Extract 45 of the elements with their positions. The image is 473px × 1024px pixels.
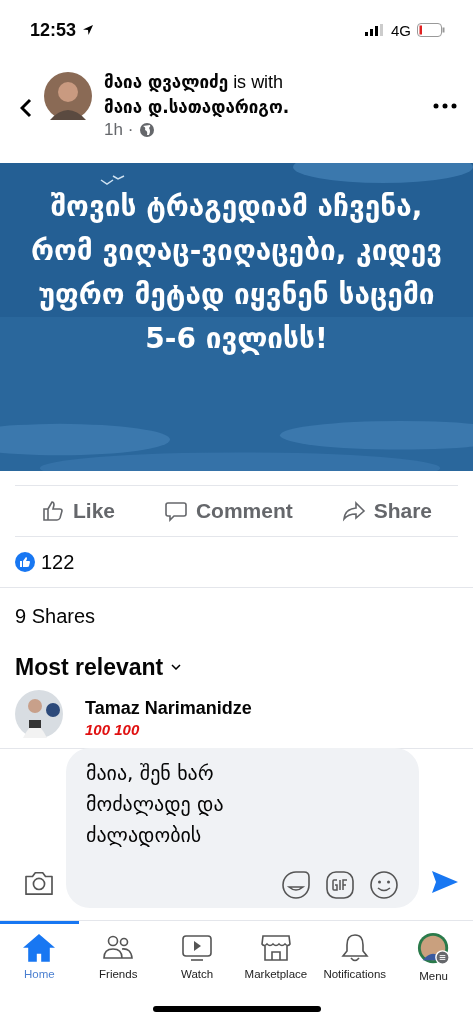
location-arrow-icon <box>82 24 95 36</box>
sort-dropdown[interactable]: Most relevant <box>15 653 164 681</box>
commenter-name[interactable]: Tamaz Narimanidze <box>85 698 252 719</box>
avatar[interactable] <box>15 690 63 738</box>
signal-icon <box>365 24 385 36</box>
gif-icon[interactable] <box>325 870 355 900</box>
action-button[interactable]: Comment <box>157 495 299 527</box>
with-text: is with <box>233 72 284 92</box>
sticker-icon[interactable] <box>281 870 311 900</box>
speech-bubble-icon <box>163 499 188 523</box>
globe-icon <box>139 122 156 138</box>
like-reaction-icon <box>15 552 35 572</box>
avatar <box>416 932 451 966</box>
comment-input[interactable]: მაია, შენ ხარ მოძალადე და ძალადობის <box>66 748 419 908</box>
comment-text: 100 100 <box>85 721 141 738</box>
emoji-icon[interactable] <box>369 870 399 900</box>
nav-tab[interactable]: Marketplace <box>244 924 308 980</box>
image-caption: შოვის ტრაგედიამ აჩვენა, რომ ვიღაც-ვიღაცები, კიდევ უფრო მეტად იყვნენ საცემი 5-6 ივლისს! <box>29 189 444 357</box>
status-time: 12:53 <box>30 19 77 41</box>
nav-tab[interactable]: Home <box>23 924 56 980</box>
back-icon[interactable] <box>20 98 32 118</box>
reaction-count[interactable]: 122 <box>41 550 75 574</box>
battery-icon <box>417 23 445 37</box>
avatar[interactable] <box>44 72 92 120</box>
nav-tab[interactable]: Watch <box>181 924 214 980</box>
shares-count[interactable]: 9 Shares <box>0 588 473 644</box>
action-button[interactable]: Share <box>335 495 438 527</box>
nav-tab[interactable]: Menu <box>416 924 451 982</box>
nav-tab[interactable]: Notifications <box>323 924 387 980</box>
post-time: 1h · <box>104 120 134 140</box>
network-label: 4G <box>391 21 411 39</box>
store-icon <box>259 932 292 964</box>
more-icon[interactable] <box>433 103 457 109</box>
video-icon <box>181 932 214 964</box>
nav-tab[interactable]: Friends <box>99 924 138 980</box>
camera-icon[interactable] <box>24 870 54 896</box>
home-icon <box>23 932 56 964</box>
action-button[interactable]: Like <box>35 495 122 527</box>
author-name[interactable]: მაია დვალიძე <box>104 72 229 92</box>
share-arrow-icon <box>341 499 366 523</box>
tagged-name[interactable]: მაია დ.სათადარიგო. <box>104 97 290 117</box>
birds-drawing <box>100 173 126 185</box>
send-icon[interactable] <box>431 870 459 894</box>
thumbs-up-icon <box>41 499 65 523</box>
caret-icon[interactable] <box>171 664 182 670</box>
